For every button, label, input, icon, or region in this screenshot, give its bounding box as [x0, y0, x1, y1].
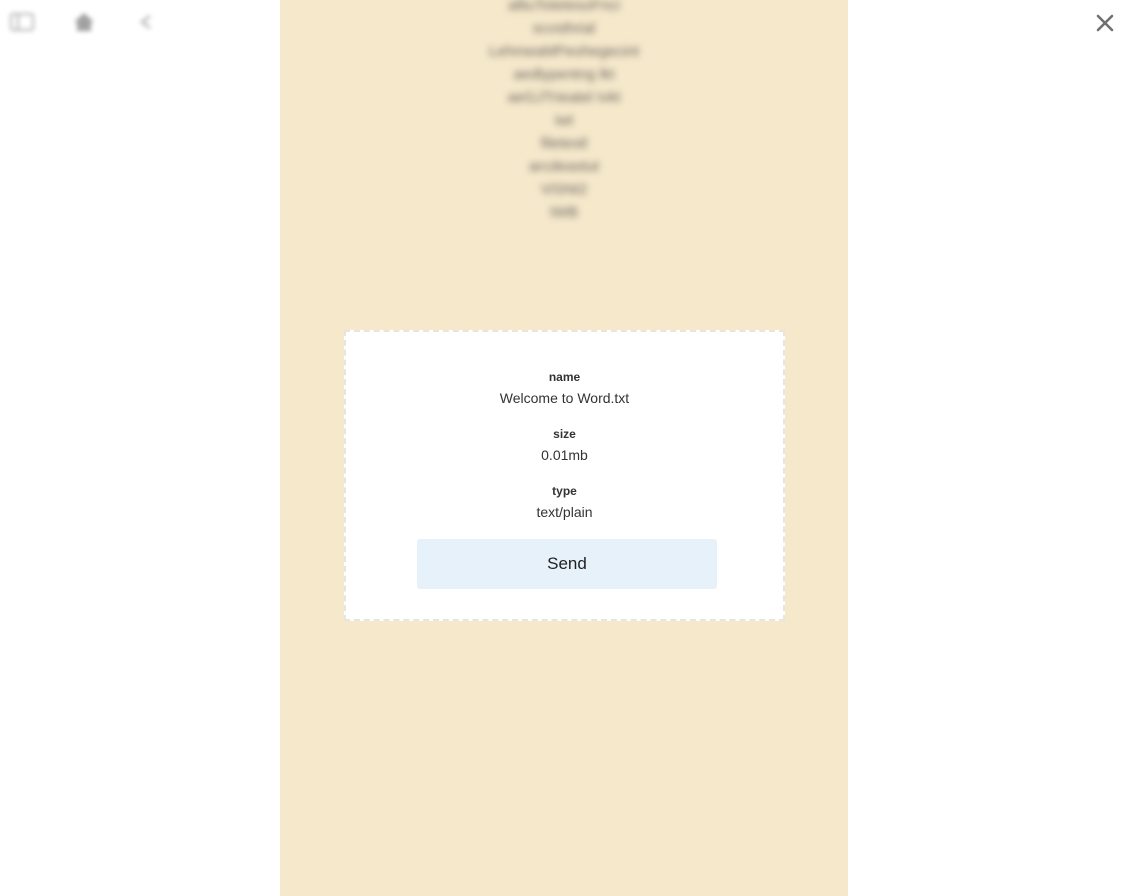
list-item: ViSNt2 — [540, 181, 588, 198]
close-icon — [1096, 14, 1114, 32]
file-type-label: type — [552, 484, 577, 498]
send-button[interactable]: Send — [417, 539, 717, 589]
list-item: alliuTotetesoFnci — [508, 0, 620, 14]
menu-icon[interactable] — [10, 10, 34, 34]
home-icon[interactable] — [72, 10, 96, 34]
file-name-label: name — [548, 370, 581, 384]
top-toolbar — [10, 10, 158, 34]
close-button[interactable] — [1092, 10, 1118, 36]
list-item: aedlypentng lkt — [513, 66, 615, 83]
list-item: iwt — [554, 112, 574, 129]
file-upload-card: name Welcome to Word.txt size 0.01mb typ… — [344, 330, 785, 621]
file-size-label: size — [553, 427, 576, 441]
list-item: LehmeaMPeohegecint — [488, 43, 640, 60]
file-type-value: text/plain — [536, 504, 593, 520]
background-file-list: alliuTotetesoFnci scvsthrial LehmeaMPeoh… — [280, 0, 848, 224]
list-item: aeGJTrieatel Ivkt — [507, 89, 621, 106]
file-name-value: Welcome to Word.txt — [499, 390, 630, 406]
list-item: filetestl — [540, 135, 588, 152]
list-item: arcdeastut — [528, 158, 600, 175]
file-type-field: type text/plain — [346, 484, 783, 520]
file-size-value: 0.01mb — [541, 447, 588, 463]
list-item: scvsthrial — [532, 20, 596, 37]
back-icon[interactable] — [134, 10, 158, 34]
list-item: IWB — [549, 204, 579, 221]
file-name-field: name Welcome to Word.txt — [346, 370, 783, 406]
file-size-field: size 0.01mb — [346, 427, 783, 463]
